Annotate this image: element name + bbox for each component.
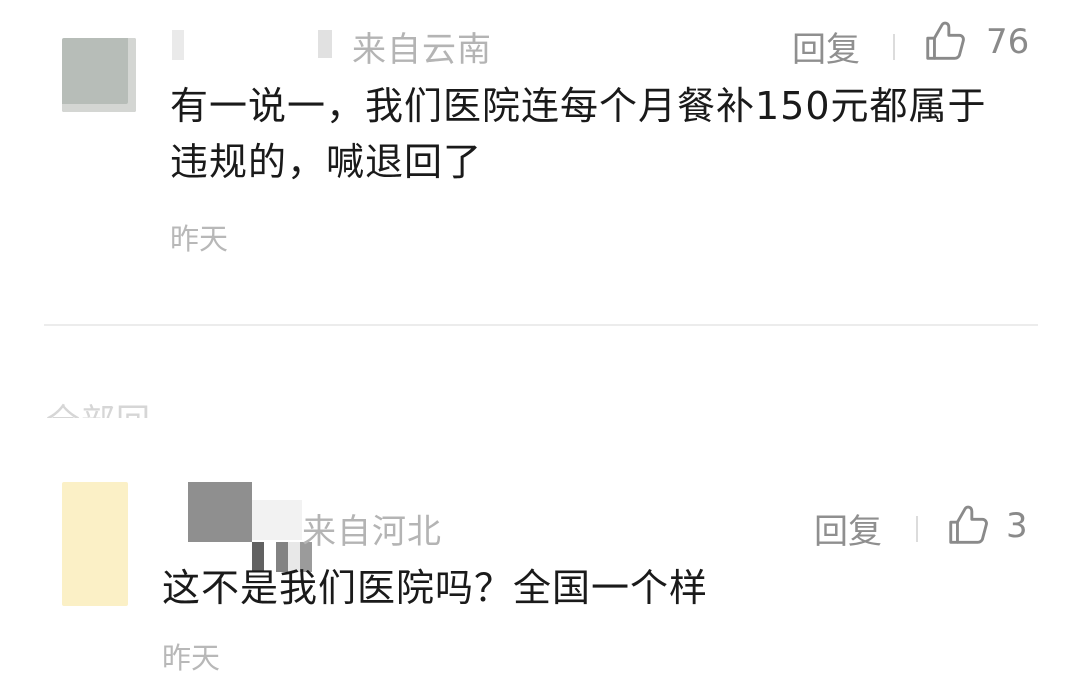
action-separator bbox=[893, 34, 895, 60]
comment-location: 来自河北 bbox=[302, 512, 442, 552]
like-count: 3 bbox=[1006, 506, 1028, 546]
redacted-username bbox=[252, 500, 302, 540]
comment-time: 昨天 bbox=[162, 641, 221, 675]
section-header: 全部回 bbox=[46, 394, 151, 418]
redacted-username bbox=[318, 30, 332, 58]
reply-button[interactable]: 回复 bbox=[814, 504, 882, 553]
avatar[interactable] bbox=[62, 38, 136, 112]
thumbs-up-icon[interactable] bbox=[945, 502, 991, 548]
avatar[interactable] bbox=[62, 482, 128, 606]
divider bbox=[44, 324, 1038, 326]
thumbs-up-icon[interactable] bbox=[922, 18, 968, 64]
comment-location: 来自云南 bbox=[352, 30, 492, 70]
comment-time: 昨天 bbox=[170, 222, 229, 256]
redacted-username bbox=[188, 482, 252, 542]
section-header-fade bbox=[150, 390, 200, 430]
reply-button[interactable]: 回复 bbox=[792, 22, 860, 71]
comment-text: 这不是我们医院吗？全国一个样 bbox=[162, 566, 709, 610]
action-separator bbox=[916, 516, 918, 542]
redacted-username bbox=[172, 30, 184, 60]
comment-text: 有一说一，我们医院连每个月餐补150元都属于违规的，喊退回了 bbox=[170, 84, 987, 184]
like-count: 76 bbox=[986, 22, 1030, 62]
